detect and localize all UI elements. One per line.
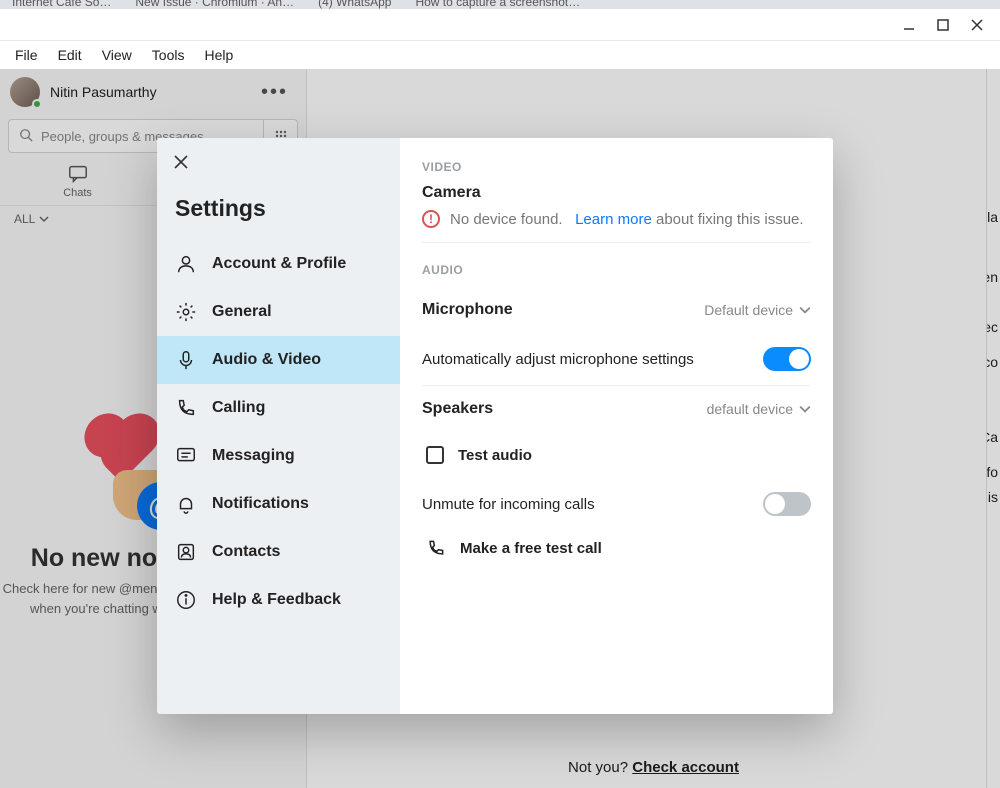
nav-account-profile[interactable]: Account & Profile: [157, 240, 400, 288]
close-icon: [173, 154, 189, 170]
speakers-title: Speakers: [422, 400, 493, 418]
menu-view[interactable]: View: [93, 45, 141, 65]
chevron-down-icon: [799, 403, 811, 415]
title-bar: [0, 9, 1000, 41]
test-audio-label: Test audio: [458, 447, 532, 464]
nav-general[interactable]: General: [157, 288, 400, 336]
browser-tab[interactable]: How to capture a screenshot…: [403, 0, 592, 9]
nav-audio-video[interactable]: Audio & Video: [157, 336, 400, 384]
auto-adjust-label: Automatically adjust microphone settings: [422, 351, 694, 368]
mic-icon: [175, 349, 197, 371]
camera-title: Camera: [422, 184, 811, 202]
microphone-device-select[interactable]: Default device: [704, 302, 811, 318]
nav-notifications[interactable]: Notifications: [157, 480, 400, 528]
microphone-title: Microphone: [422, 301, 513, 319]
chevron-down-icon: [799, 304, 811, 316]
menu-help[interactable]: Help: [195, 45, 242, 65]
phone-icon: [426, 538, 446, 558]
contacts-icon: [175, 541, 197, 563]
menu-bar: File Edit View Tools Help: [0, 41, 1000, 69]
settings-content: VIDEO Camera ! No device found. Learn mo…: [400, 138, 833, 714]
phone-icon: [175, 397, 197, 419]
speakers-device-select[interactable]: default device: [707, 401, 811, 417]
settings-title: Settings: [157, 185, 400, 240]
nav-calling[interactable]: Calling: [157, 384, 400, 432]
camera-warning-tail: about fixing this issue.: [656, 211, 804, 228]
video-section-label: VIDEO: [422, 160, 811, 174]
info-icon: [175, 589, 197, 611]
auto-adjust-row: Automatically adjust microphone settings: [422, 333, 811, 386]
auto-adjust-toggle[interactable]: [763, 347, 811, 371]
browser-tab[interactable]: Internet Cafe So…: [0, 0, 123, 9]
microphone-row: Microphone Default device: [422, 287, 811, 333]
close-settings-button[interactable]: [157, 148, 400, 185]
close-button[interactable]: [960, 11, 994, 39]
settings-nav: Settings Account & Profile General Audio…: [157, 138, 400, 714]
person-icon: [175, 253, 197, 275]
browser-tab[interactable]: (4) WhatsApp: [306, 0, 403, 9]
unmute-toggle[interactable]: [763, 492, 811, 516]
test-call-button[interactable]: Make a free test call: [422, 530, 811, 558]
minimize-button[interactable]: [892, 11, 926, 39]
menu-tools[interactable]: Tools: [143, 45, 194, 65]
settings-modal: Settings Account & Profile General Audio…: [157, 138, 833, 714]
test-audio-row: Test audio: [422, 432, 811, 478]
camera-warning-row: ! No device found. Learn more about fixi…: [422, 210, 811, 243]
browser-tab[interactable]: New Issue · Chromium · An…: [123, 0, 306, 9]
camera-warning-text: No device found.: [450, 211, 563, 228]
warning-icon: !: [422, 210, 440, 228]
unmute-row: Unmute for incoming calls: [422, 478, 811, 530]
nav-help-feedback[interactable]: Help & Feedback: [157, 576, 400, 624]
browser-tab-strip: Internet Cafe So… New Issue · Chromium ·…: [0, 0, 1000, 9]
audio-section-label: AUDIO: [422, 263, 811, 277]
unmute-label: Unmute for incoming calls: [422, 496, 595, 513]
gear-icon: [175, 301, 197, 323]
menu-edit[interactable]: Edit: [49, 45, 91, 65]
message-icon: [175, 445, 197, 467]
test-audio-checkbox[interactable]: [426, 446, 444, 464]
maximize-button[interactable]: [926, 11, 960, 39]
bell-icon: [175, 493, 197, 515]
learn-more-link[interactable]: Learn more: [575, 211, 652, 228]
nav-contacts[interactable]: Contacts: [157, 528, 400, 576]
nav-messaging[interactable]: Messaging: [157, 432, 400, 480]
menu-file[interactable]: File: [6, 45, 47, 65]
speakers-row: Speakers default device: [422, 386, 811, 432]
